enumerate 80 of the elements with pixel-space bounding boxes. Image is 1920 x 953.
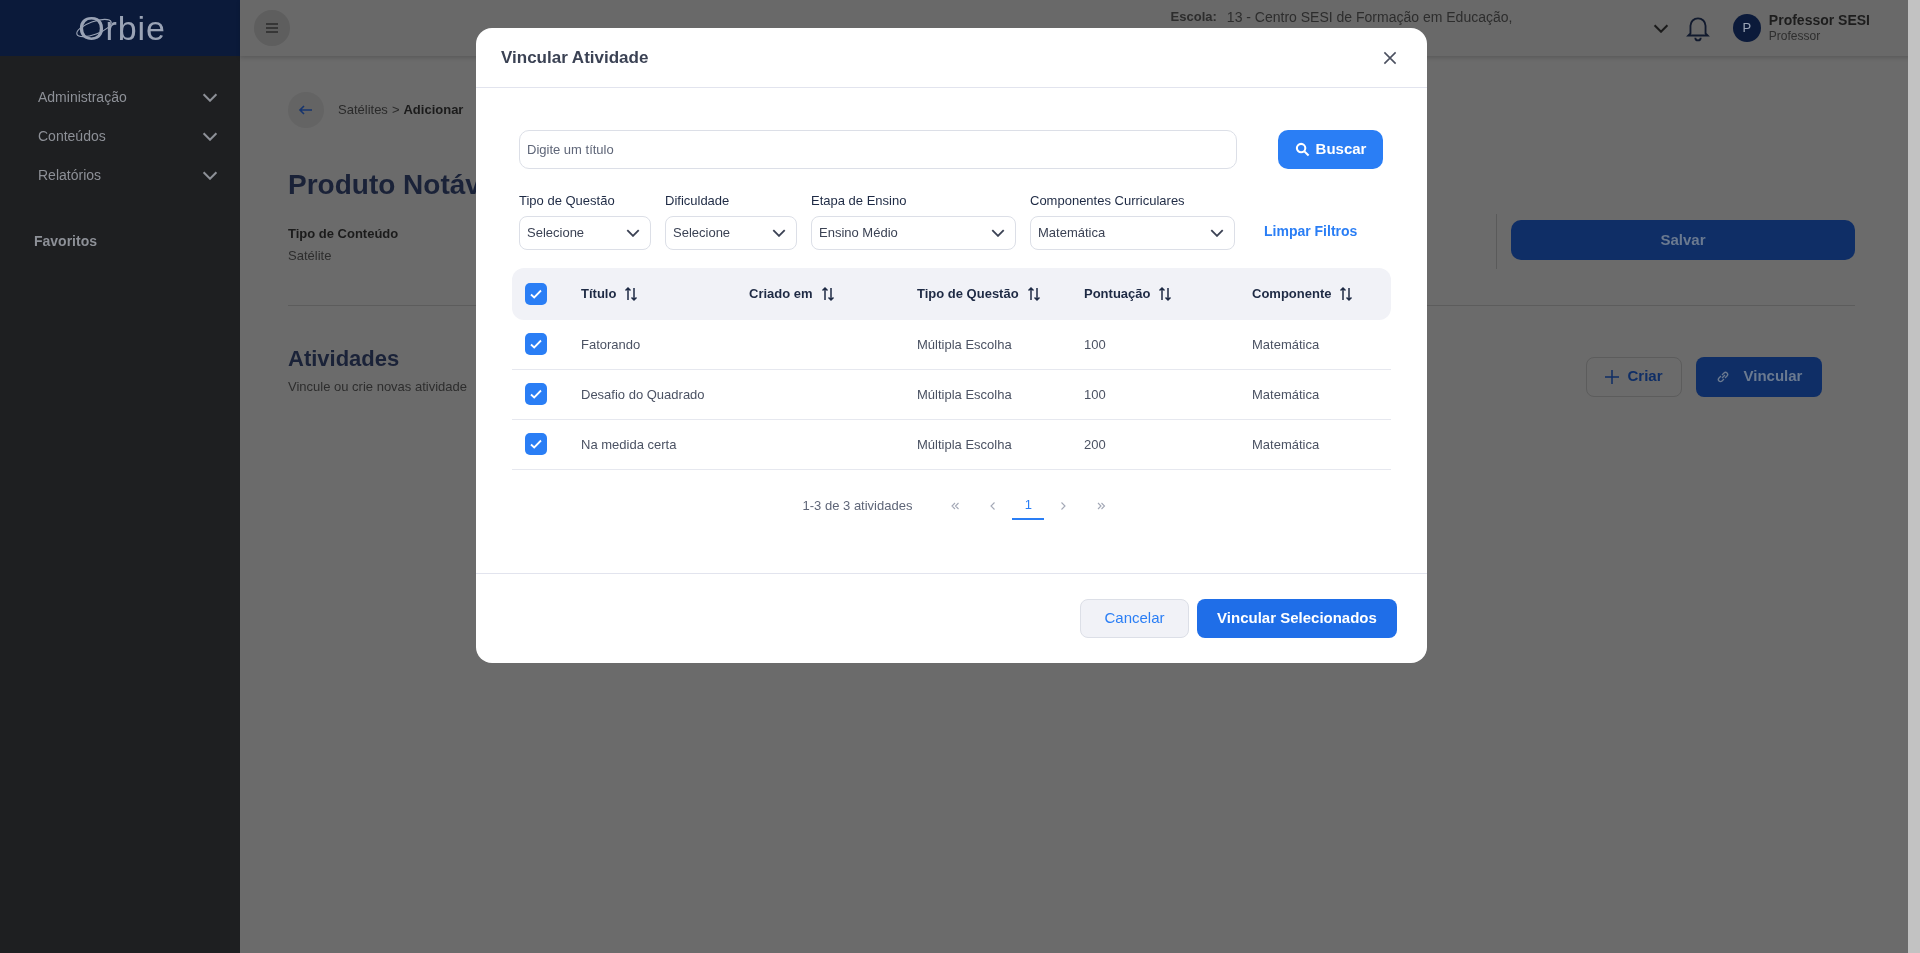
column-header: Criado em — [749, 284, 813, 303]
link-button[interactable]: Vincular — [1696, 356, 1822, 397]
menu-icon — [264, 20, 280, 36]
table-cell: Desafio do Quadrado — [581, 387, 705, 402]
checkbox[interactable] — [525, 383, 547, 405]
checkbox[interactable] — [525, 282, 547, 305]
sort-icon[interactable] — [624, 285, 639, 302]
scrollbar[interactable] — [1908, 0, 1920, 953]
sidebar-item[interactable]: Relatórios — [0, 156, 240, 195]
clear-filters-link[interactable]: Limpar Filtros — [1264, 220, 1358, 242]
chevron-down-icon — [1210, 228, 1224, 237]
user-role: Professor — [1768, 29, 1822, 45]
search-button[interactable]: Buscar — [1278, 130, 1383, 169]
filter-label: Tipo de Questão — [519, 192, 616, 210]
search-icon — [1294, 142, 1310, 157]
menu-button[interactable] — [254, 10, 290, 46]
create-button[interactable]: Criar — [1586, 356, 1682, 397]
chevron-down-icon — [626, 228, 640, 237]
favorites-heading: Favoritos — [33, 232, 98, 251]
table-cell: Múltipla Escolha — [917, 387, 1012, 402]
field-label: Tipo de Conteúdo — [288, 225, 400, 243]
filter-select[interactable]: Selecione — [519, 215, 651, 250]
chevron-down-icon — [202, 132, 218, 141]
filter-select[interactable]: Ensino Médio — [811, 215, 1016, 250]
last-page-icon[interactable] — [1096, 500, 1107, 511]
filter-select[interactable]: Selecione — [665, 215, 797, 250]
user-name: Professor SESI — [1768, 11, 1870, 30]
back-button[interactable] — [288, 92, 324, 128]
sort-icon[interactable] — [1158, 285, 1173, 302]
school-name: 13 - Centro SESI de Formação em Educação, — [1226, 7, 1514, 27]
chevron-down-icon — [1652, 23, 1669, 33]
table-cell: Na medida certa — [581, 437, 677, 452]
first-page-icon[interactable] — [950, 500, 961, 511]
confirm-button[interactable]: Vincular Selecionados — [1197, 599, 1397, 638]
table-cell: Matemática — [1252, 387, 1320, 402]
breadcrumb-current: Adicionar — [403, 101, 464, 120]
link-icon — [1715, 369, 1730, 384]
save-button[interactable]: Salvar — [1511, 220, 1855, 260]
chevron-down-icon — [991, 228, 1005, 237]
page-button[interactable]: 1 — [1012, 491, 1045, 520]
sort-icon[interactable] — [1339, 285, 1354, 302]
sidebar-item[interactable]: Administração — [0, 78, 240, 117]
filter-label: Componentes Curriculares — [1030, 192, 1186, 210]
column-header: Componente — [1252, 284, 1332, 303]
bell-icon[interactable] — [1684, 14, 1711, 42]
modal-title: Vincular Atividade — [501, 46, 649, 69]
column-header: Pontuação — [1084, 284, 1151, 303]
filter-select[interactable]: Matemática — [1030, 215, 1235, 250]
table-cell: Matemática — [1252, 337, 1320, 352]
table-cell: 100 — [1084, 337, 1106, 352]
checkbox[interactable] — [525, 333, 547, 355]
table-cell: 100 — [1084, 387, 1106, 402]
filter-label: Dificuldade — [665, 192, 731, 210]
filter-label: Etapa de Ensino — [811, 192, 908, 210]
table-cell: 200 — [1084, 437, 1106, 452]
field-value: Satélite — [288, 246, 333, 265]
table-cell: Múltipla Escolha — [917, 437, 1012, 452]
page-title: Produto Notáv — [288, 168, 481, 202]
breadcrumb-separator: > — [391, 101, 400, 120]
checkbox[interactable] — [525, 433, 547, 455]
chevron-down-icon — [202, 93, 218, 102]
sort-icon[interactable] — [1026, 285, 1041, 302]
column-header: Título — [581, 284, 617, 303]
chevron-down-icon — [772, 228, 786, 237]
sort-icon[interactable] — [820, 285, 835, 302]
cancel-button[interactable]: Cancelar — [1080, 599, 1189, 638]
column-header: Tipo de Questão — [917, 284, 1019, 303]
sidebar-item[interactable]: Conteúdos — [0, 117, 240, 156]
table-cell: Matemática — [1252, 437, 1320, 452]
table-cell: Múltipla Escolha — [917, 337, 1012, 352]
pagination-summary: 1-3 de 3 atividades — [802, 496, 913, 515]
section-subtitle: Vincule ou crie novas atividade — [288, 378, 467, 396]
chevron-down-icon — [202, 171, 218, 180]
breadcrumb-link[interactable]: Satélites — [338, 100, 388, 120]
school-label: Escola: — [1170, 8, 1217, 27]
table-cell: Fatorando — [581, 337, 641, 352]
plus-icon — [1605, 369, 1620, 384]
search-field[interactable]: Digite um título — [519, 130, 1237, 169]
section-title: Atividades — [288, 345, 401, 373]
user-avatar[interactable]: P — [1732, 14, 1761, 42]
